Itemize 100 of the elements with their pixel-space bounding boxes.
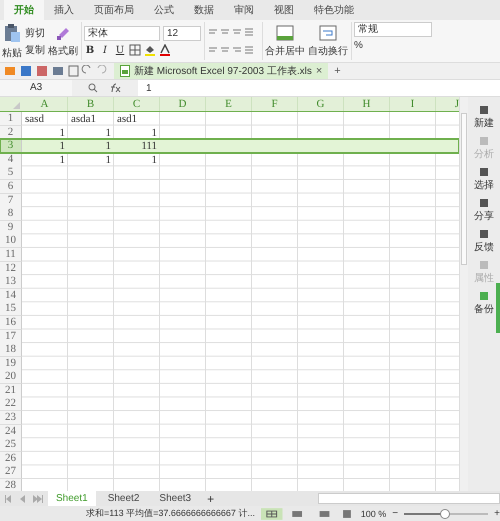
add-sheet-button[interactable]: +: [207, 492, 214, 506]
column-header[interactable]: F: [252, 97, 298, 111]
table-cell: 1: [60, 140, 65, 152]
row-header[interactable]: 9: [0, 220, 22, 235]
side-panel-button[interactable]: 新建: [474, 105, 494, 130]
row-header[interactable]: 14: [0, 288, 22, 303]
row-header[interactable]: 13: [0, 275, 22, 290]
row-header[interactable]: 3: [0, 139, 22, 154]
ribbon-tab[interactable]: 公式: [144, 0, 184, 20]
side-panel-button[interactable]: 分享: [474, 198, 494, 223]
zoom-in-button[interactable]: +: [494, 508, 500, 519]
wrap-text-button[interactable]: 自动换行: [308, 44, 348, 58]
close-tab-button[interactable]: ×: [316, 65, 322, 77]
fill-color-icon[interactable]: [144, 44, 156, 56]
table-cell: sasd: [25, 113, 44, 125]
row-header[interactable]: 18: [0, 343, 22, 358]
row-header[interactable]: 1: [0, 112, 22, 126]
column-header[interactable]: C: [114, 97, 160, 111]
row-header[interactable]: 19: [0, 356, 22, 371]
row-header[interactable]: 7: [0, 194, 22, 208]
status-summary: 求和=113 平均值=37.6666666666667 计...: [86, 507, 255, 520]
underline-button[interactable]: U: [114, 44, 126, 56]
sheet-tab[interactable]: Sheet2: [100, 491, 148, 506]
column-header[interactable]: D: [160, 97, 206, 111]
row-header[interactable]: 8: [0, 207, 22, 222]
row-header[interactable]: 28: [0, 479, 22, 491]
square-icon: [479, 260, 490, 270]
square-icon: [479, 167, 490, 177]
side-panel-button[interactable]: 选择: [474, 167, 494, 192]
row-header[interactable]: 22: [0, 397, 22, 412]
row-header[interactable]: 11: [0, 248, 22, 262]
new-tab-button[interactable]: +: [334, 65, 341, 77]
ribbon-tab[interactable]: 开始: [4, 0, 44, 20]
square-icon: [479, 229, 490, 239]
format-painter-button[interactable]: 格式刷: [48, 44, 78, 58]
column-header[interactable]: B: [68, 97, 114, 111]
zoom-out-button[interactable]: −: [392, 508, 398, 519]
side-panel-button[interactable]: 反馈: [474, 229, 494, 254]
row-header[interactable]: 25: [0, 438, 22, 452]
row-header[interactable]: 24: [0, 424, 22, 439]
percent-button[interactable]: %: [354, 40, 363, 51]
copy-button[interactable]: 复制: [25, 42, 45, 56]
borders-icon[interactable]: [129, 44, 141, 56]
font-size-select[interactable]: 12: [163, 26, 201, 41]
column-header[interactable]: H: [344, 97, 390, 111]
zoom-icon[interactable]: [88, 83, 98, 93]
row-header[interactable]: 16: [0, 316, 22, 330]
cut-button[interactable]: 剪切: [25, 26, 45, 40]
row-header[interactable]: 5: [0, 166, 22, 180]
wrap-text-icon: [319, 24, 337, 40]
row-header[interactable]: 20: [0, 370, 22, 384]
row-header[interactable]: 27: [0, 465, 22, 480]
name-box[interactable]: A3: [0, 80, 72, 96]
clipboard-icon: [3, 22, 21, 42]
horizontal-scrollbar[interactable]: [318, 493, 500, 504]
ribbon-tab[interactable]: 页面布局: [84, 0, 144, 20]
zoom-percent: 100 %: [360, 508, 386, 518]
ribbon-tab[interactable]: 特色功能: [304, 0, 364, 20]
column-header[interactable]: E: [206, 97, 252, 111]
formula-input[interactable]: 1: [138, 82, 152, 94]
bold-button[interactable]: B: [84, 44, 96, 56]
row-header[interactable]: 17: [0, 330, 22, 344]
table-cell: 1: [106, 154, 111, 166]
quick-access-drawing[interactable]: [4, 65, 108, 77]
square-icon: [479, 198, 490, 208]
row-header[interactable]: 12: [0, 262, 22, 276]
italic-button[interactable]: I: [99, 44, 111, 56]
table-cell: 1: [106, 126, 111, 139]
square-icon: [479, 291, 490, 301]
vertical-scrollbar[interactable]: [459, 97, 468, 491]
ribbon-tab[interactable]: 审阅: [224, 0, 264, 20]
ribbon-tab[interactable]: 视图: [264, 0, 304, 20]
function-icon[interactable]: [108, 83, 122, 93]
row-header[interactable]: 23: [0, 411, 22, 426]
side-panel-button[interactable]: 备份: [474, 291, 494, 316]
font-color-icon[interactable]: [159, 44, 171, 56]
row-header[interactable]: 26: [0, 452, 22, 466]
table-cell: asda1: [71, 113, 96, 125]
column-header[interactable]: A: [22, 97, 68, 111]
column-header[interactable]: G: [298, 97, 344, 111]
table-cell: 1: [60, 154, 65, 166]
spreadsheet-file-icon: [120, 65, 130, 77]
row-header[interactable]: 15: [0, 302, 22, 316]
number-format-select[interactable]: 常规: [354, 22, 432, 37]
ribbon-tab[interactable]: 插入: [44, 0, 84, 20]
row-header[interactable]: 6: [0, 180, 22, 194]
document-tab[interactable]: 新建 Microsoft Excel 97-2003 工作表.xls ×: [114, 63, 328, 79]
sheet-tab[interactable]: Sheet1: [48, 491, 96, 506]
square-icon: [479, 105, 490, 115]
sheet-tab[interactable]: Sheet3: [151, 491, 200, 506]
font-select[interactable]: 宋体: [84, 26, 160, 41]
row-header[interactable]: 10: [0, 234, 22, 248]
table-cell: 1: [106, 140, 111, 152]
column-header[interactable]: I: [390, 97, 436, 111]
merge-center-button[interactable]: 合并居中: [265, 44, 305, 58]
row-header[interactable]: 21: [0, 384, 22, 398]
table-cell: 1: [152, 126, 157, 139]
document-title: 新建 Microsoft Excel 97-2003 工作表.xls: [134, 64, 312, 78]
ribbon-tab[interactable]: 数据: [184, 0, 224, 20]
paste-button[interactable]: 粘贴: [2, 46, 22, 60]
